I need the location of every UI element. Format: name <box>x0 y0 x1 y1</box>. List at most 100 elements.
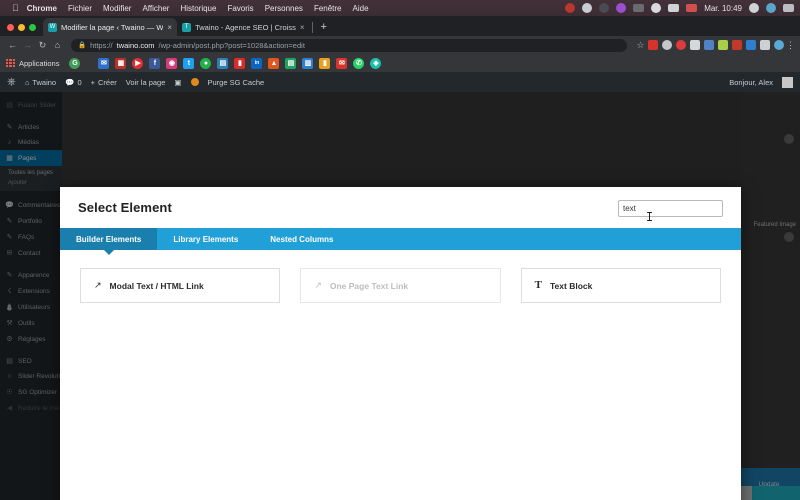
user-avatar[interactable] <box>782 76 793 88</box>
kebab-menu-icon[interactable]: ⋮ <box>784 40 795 51</box>
extension-red-icon[interactable] <box>648 40 658 50</box>
bookmark-analytics-icon[interactable]: ▮ <box>319 57 331 69</box>
tab-library-elements[interactable]: Library Elements <box>157 228 254 250</box>
apple-menu-icon[interactable]:  <box>12 3 19 13</box>
extension-avatar-icon[interactable] <box>774 40 784 50</box>
address-bar[interactable]: 🔒 https://twaino.com/wp-admin/post.php?p… <box>71 38 627 52</box>
menu-item-historique[interactable]: Historique <box>180 4 216 13</box>
maximize-window-button[interactable] <box>29 24 36 31</box>
control-center-icon[interactable] <box>783 4 794 12</box>
extension-pin-icon[interactable] <box>676 40 686 50</box>
bookmark-teal-icon[interactable]: ◈ <box>370 57 382 69</box>
back-button[interactable]: ← <box>5 40 20 50</box>
menu-item-afficher[interactable]: Afficher <box>142 4 169 13</box>
bookmark-trello-icon[interactable]: ▥ <box>302 57 314 69</box>
extension-w-icon[interactable] <box>746 40 756 50</box>
bookmark-fire-icon[interactable]: ▮ <box>234 57 246 69</box>
bookmarks-bar: Applications G ✉ ▦ ▶ f ◉ t ● ▤ ▮ in ▲ ▤ … <box>0 54 800 72</box>
element-card-list: ↗ Modal Text / HTML Link ↗ One Page Text… <box>80 268 721 303</box>
bookmark-chrome-icon[interactable]: G <box>69 57 81 69</box>
home-button[interactable]: ⌂ <box>50 40 65 50</box>
menu-item-aide[interactable]: Aide <box>353 4 369 13</box>
text-cursor-icon <box>647 212 652 221</box>
bookmark-youtube-icon[interactable]: ▶ <box>132 57 144 69</box>
element-card-text-block[interactable]: T Text Block <box>520 268 721 303</box>
modal-search-wrapper <box>618 198 723 221</box>
wifi-icon[interactable] <box>651 3 662 13</box>
menu-item-modifier[interactable]: Modifier <box>103 4 131 13</box>
bookmark-linkedin-icon[interactable]: in <box>251 57 263 69</box>
bookmark-mailchimp-icon[interactable]: ✉ <box>336 57 348 69</box>
menu-item-fichier[interactable]: Fichier <box>68 4 92 13</box>
menu-item-personnes[interactable]: Personnes <box>265 4 303 13</box>
battery-icon[interactable] <box>633 4 645 12</box>
search-icon[interactable] <box>749 3 759 13</box>
element-card-one-page-text-link[interactable]: ↗ One Page Text Link <box>300 268 501 303</box>
element-card-modal-text-html-link[interactable]: ↗ Modal Text / HTML Link <box>80 268 281 303</box>
bookmark-slack-icon[interactable]: ▤ <box>217 57 229 69</box>
reload-button[interactable]: ↻ <box>35 40 50 51</box>
tab-nested-columns[interactable]: Nested Columns <box>254 228 349 250</box>
forward-button[interactable]: → <box>20 40 35 50</box>
extension-grid-icon[interactable] <box>690 40 700 50</box>
comment-bubble-icon: 💬 <box>65 77 75 87</box>
wp-comments-link[interactable]: 💬 0 <box>65 78 82 87</box>
screenshot-root:  Chrome Fichier Modifier Afficher Histo… <box>0 0 800 500</box>
extension-person-icon[interactable] <box>704 40 714 50</box>
cloud-icon[interactable] <box>582 3 593 13</box>
browser-tab-2[interactable]: T Twaino - Agence SEO | Croiss × <box>177 18 309 36</box>
twaino-favicon: T <box>182 22 192 32</box>
new-tab-button[interactable]: + <box>315 21 333 36</box>
lock-icon: 🔒 <box>78 42 87 49</box>
bookmark-red-icon[interactable]: ▦ <box>115 57 127 69</box>
bookmark-facebook-icon[interactable]: f <box>149 57 161 69</box>
wp-new-content-link[interactable]: + Créer <box>91 78 117 87</box>
wordpress-logo-icon[interactable]: ⎈ <box>7 76 16 88</box>
browser-tab-1[interactable]: W Modifier la page ‹ Twaino — W × <box>43 18 178 36</box>
tab-separator <box>311 22 313 33</box>
close-window-button[interactable] <box>7 24 14 31</box>
menu-item-favoris[interactable]: Favoris <box>227 4 253 13</box>
tab-builder-elements[interactable]: Builder Elements <box>60 228 158 255</box>
close-tab-icon[interactable]: × <box>167 23 172 32</box>
extension-cloud-icon[interactable] <box>662 40 672 50</box>
bookmark-whatsapp-icon[interactable]: ✆ <box>353 57 365 69</box>
bookmark-green-icon[interactable]: ● <box>200 57 212 69</box>
fusion-builder-icon[interactable]: ▣ <box>174 78 181 87</box>
bookmark-mail-icon[interactable]: ✉ <box>98 57 110 69</box>
menu-item-fenetre[interactable]: Fenêtre <box>314 4 342 13</box>
extension-mini-red-icon[interactable] <box>732 40 742 50</box>
input-source-icon[interactable] <box>668 4 680 12</box>
bookmark-sheet-icon[interactable]: ▤ <box>285 57 297 69</box>
flag-fr-icon[interactable] <box>686 4 698 12</box>
menu-item-chrome[interactable]: Chrome <box>27 4 57 13</box>
apps-grid-icon <box>6 58 15 68</box>
close-tab-icon[interactable]: × <box>300 23 305 32</box>
element-card-label: Text Block <box>550 280 593 291</box>
wp-greeting[interactable]: Bonjour, Alex <box>729 78 773 87</box>
element-search-input[interactable] <box>618 200 723 217</box>
external-link-icon: ↗ <box>94 280 102 290</box>
record-icon[interactable] <box>565 3 576 13</box>
dropbox-icon[interactable] <box>599 3 610 13</box>
minimize-window-button[interactable] <box>18 24 25 31</box>
extension-arrow-icon[interactable] <box>760 40 770 50</box>
wp-purge-cache-link[interactable]: Purge SG Cache <box>208 78 265 87</box>
bookmark-instagram-icon[interactable]: ◉ <box>166 57 178 69</box>
bookmark-twitter-icon[interactable]: t <box>183 57 195 69</box>
extension-pencil-icon[interactable] <box>718 40 728 50</box>
modal-body: ↗ Modal Text / HTML Link ↗ One Page Text… <box>60 250 741 500</box>
select-element-modal: Select Element Builder Elements Library … <box>60 187 741 500</box>
menu-bar-clock[interactable]: Mar. 10:49 <box>704 4 742 13</box>
bookmark-orange-icon[interactable]: ▲ <box>268 57 280 69</box>
url-host: twaino.com <box>116 40 155 50</box>
text-t-icon: T <box>534 279 542 291</box>
siri-icon[interactable] <box>766 3 776 13</box>
browser-toolbar: ← → ↻ ⌂ 🔒 https://twaino.com/wp-admin/po… <box>0 36 800 54</box>
circle-purple-icon[interactable] <box>616 3 627 13</box>
wp-admin-body: ▤ Fusion Slider ✎ Articles ♪ Médias ▦ Pa… <box>0 92 800 500</box>
wp-site-link[interactable]: ⌂ Twaino <box>25 78 56 87</box>
apps-shortcut[interactable]: Applications <box>6 58 59 68</box>
bookmark-star-icon[interactable]: ☆ <box>633 40 648 51</box>
wp-view-page-link[interactable]: Voir la page <box>126 78 166 87</box>
